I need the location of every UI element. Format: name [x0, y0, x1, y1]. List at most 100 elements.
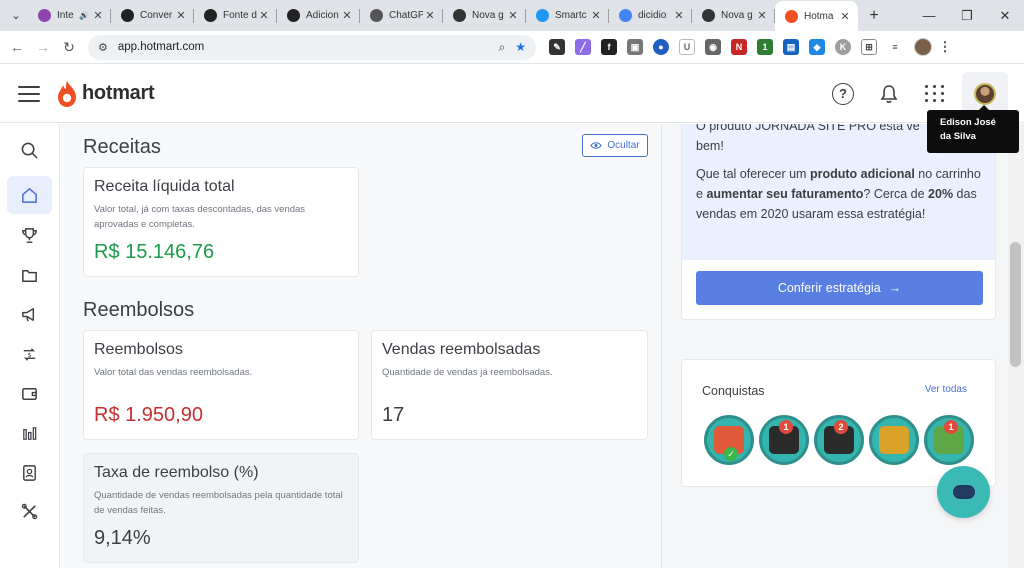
close-tab-icon[interactable]: ✕: [257, 9, 271, 22]
sidebar-item-sales[interactable]: $: [7, 335, 52, 373]
new-tab-button[interactable]: +: [862, 7, 886, 25]
help-button[interactable]: ?: [820, 71, 866, 117]
close-tab-icon[interactable]: ✕: [423, 9, 437, 22]
restore-icon[interactable]: ❐: [948, 8, 986, 24]
refund-rate-value: 9,14%: [94, 527, 151, 549]
chat-button[interactable]: [937, 466, 990, 518]
camera-ext-icon[interactable]: ◉: [705, 39, 721, 55]
hide-values-button[interactable]: Ocultar: [582, 134, 648, 157]
close-tab-icon[interactable]: ✕: [91, 9, 105, 22]
hotmart-logo[interactable]: hotmart: [56, 80, 155, 108]
sidebar-item-search[interactable]: [7, 131, 52, 169]
reading-list-icon[interactable]: ≡: [887, 39, 903, 55]
eye-icon: [590, 142, 603, 149]
openai-favicon-icon: [204, 9, 217, 22]
ext-card-icon[interactable]: ▤: [783, 39, 799, 55]
chrome-profile-avatar[interactable]: [914, 38, 932, 56]
chrome-menu-icon[interactable]: ⋮: [937, 39, 953, 55]
tab-label: Inte: [57, 10, 74, 21]
refunds-card: Reembolsos Valor total das vendas reembo…: [83, 330, 359, 440]
receitas-title: Receitas: [83, 136, 161, 158]
tab-search-button[interactable]: ⌄: [4, 6, 28, 26]
sidebar-item-wallet[interactable]: [7, 374, 52, 412]
reload-icon[interactable]: ↻: [56, 39, 82, 56]
ext-k-icon[interactable]: K: [835, 39, 851, 55]
extensions-puzzle-icon[interactable]: ⊞: [861, 39, 877, 55]
bookmark-star-icon[interactable]: ★: [515, 40, 526, 54]
achievements-title: Conquistas: [702, 384, 765, 398]
browser-tab[interactable]: Nova g ✕: [692, 0, 775, 31]
app-header: hotmart ?: [0, 65, 1024, 123]
eyedropper-ext-icon[interactable]: ✎: [549, 39, 565, 55]
tab-label: Conver: [140, 10, 173, 21]
sidebar-item-products[interactable]: [7, 256, 52, 294]
pen-ext-icon[interactable]: ╱: [575, 39, 591, 55]
refunds-value: R$ 1.950,90: [94, 404, 203, 426]
sidebar-item-tools[interactable]: [7, 492, 52, 530]
browser-tab[interactable]: dicidio ✕: [609, 0, 692, 31]
achievement-badge-cart[interactable]: 2: [814, 415, 864, 465]
browser-tab[interactable]: Fonte d ✕: [194, 0, 277, 31]
search-icon: [21, 142, 38, 159]
browser-tab[interactable]: ChatGP ✕: [360, 0, 443, 31]
address-bar[interactable]: ⚙ app.hotmart.com ⌕ ★: [88, 34, 536, 60]
sidebar-item-achievements[interactable]: [7, 216, 52, 254]
achievement-badge-cash[interactable]: 1: [924, 415, 974, 465]
achievement-badge-certificate[interactable]: ✓: [704, 415, 754, 465]
sidebar-item-home[interactable]: [7, 176, 52, 214]
help-icon: ?: [832, 82, 854, 105]
close-tab-icon[interactable]: ✕: [838, 10, 852, 23]
back-icon[interactable]: ←: [4, 39, 30, 55]
money-exchange-icon: $: [23, 347, 36, 361]
image-ext-icon[interactable]: ▣: [627, 39, 643, 55]
zoom-icon[interactable]: ⌕: [499, 40, 506, 55]
browser-tab[interactable]: Adicion ✕: [277, 0, 360, 31]
ext-tag-icon[interactable]: ◆: [809, 39, 825, 55]
close-tab-icon[interactable]: ✕: [506, 9, 520, 22]
font-ext-icon[interactable]: f: [601, 39, 617, 55]
user-name-tooltip: Edison José da Silva: [927, 105, 1019, 153]
check-strategy-button[interactable]: Conferir estratégia →: [696, 271, 983, 305]
ext-u-icon[interactable]: U: [679, 39, 695, 55]
close-window-icon[interactable]: ✕: [986, 8, 1024, 24]
close-tab-icon[interactable]: ✕: [755, 9, 769, 22]
tab-label: dicidio: [638, 10, 667, 21]
browser-tab[interactable]: Inte 🔊 ✕: [28, 0, 111, 31]
close-tab-icon[interactable]: ✕: [340, 9, 354, 22]
browser-tab[interactable]: Smartc ✕: [526, 0, 609, 31]
hide-values-label: Ocultar: [607, 140, 640, 151]
browser-tab[interactable]: Hotma ✕: [775, 1, 858, 31]
bell-icon: [880, 84, 898, 103]
see-all-link[interactable]: Ver todas: [925, 384, 967, 395]
tab-label: Nova g: [472, 10, 504, 21]
net-revenue-card: Receita líquida total Valor total, já co…: [83, 167, 359, 277]
forward-icon[interactable]: →: [30, 39, 56, 55]
card-title: Reembolsos: [94, 341, 183, 358]
audio-icon[interactable]: 🔊: [79, 11, 89, 20]
achievement-badge-cart[interactable]: 1: [759, 415, 809, 465]
ext-green-icon[interactable]: 1: [757, 39, 773, 55]
browser-tab[interactable]: Conver ✕: [111, 0, 194, 31]
browser-tab-strip: ⌄ Inte 🔊 ✕ Conver ✕ Fonte d ✕ Adicion ✕ ChatGP ✕ No…: [0, 0, 1024, 31]
browser-tab[interactable]: Nova g ✕: [443, 0, 526, 31]
close-tab-icon[interactable]: ✕: [672, 9, 686, 22]
extensions-bar: ✎ ╱ f ▣ ● U ◉ N 1 ▤ ◆ K ⊞ ≡ ⋮: [544, 38, 958, 56]
tab-label: Nova g: [721, 10, 753, 21]
sidebar-item-contacts[interactable]: [7, 453, 52, 491]
site-info-icon[interactable]: ⚙: [98, 41, 108, 54]
sidebar-item-marketing[interactable]: [7, 295, 52, 333]
badge-level: 1: [944, 420, 958, 434]
close-tab-icon[interactable]: ✕: [174, 9, 188, 22]
ext-blue-icon[interactable]: ●: [653, 39, 669, 55]
notifications-button[interactable]: [866, 71, 912, 117]
tab-label: Smartc: [555, 10, 587, 21]
minimize-icon[interactable]: —: [910, 8, 948, 24]
badge-level: 1: [779, 420, 793, 434]
new-ext-icon[interactable]: N: [731, 39, 747, 55]
scrollbar-thumb[interactable]: [1010, 242, 1021, 367]
sidebar-item-analytics[interactable]: [7, 414, 52, 452]
achievement-badge-trophy[interactable]: [869, 415, 919, 465]
close-tab-icon[interactable]: ✕: [589, 9, 603, 22]
tab-label: ChatGP: [389, 10, 423, 21]
hamburger-menu-icon[interactable]: [18, 85, 40, 102]
